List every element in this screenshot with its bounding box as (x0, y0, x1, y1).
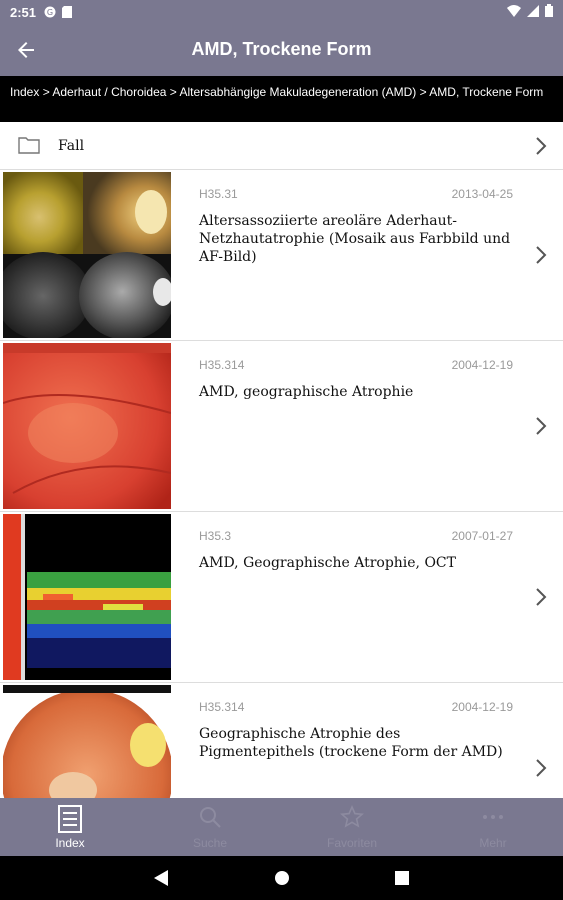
status-bar: 2:51 G (0, 0, 563, 24)
fundus-mosaic-image (3, 172, 171, 338)
item-date: 2004-12-19 (451, 358, 513, 372)
chevron-right-icon (536, 759, 547, 777)
folder-row-fall[interactable]: Fall (0, 122, 563, 170)
sim-card-icon (62, 6, 73, 18)
system-navigation-bar (0, 856, 563, 900)
item-date: 2004-12-19 (451, 700, 513, 714)
item-date: 2007-01-27 (451, 529, 513, 543)
breadcrumb: Index > Aderhaut / Choroidea > Altersabh… (0, 76, 563, 122)
list-item[interactable]: H35.31 2013-04-25 Altersassoziierte areo… (0, 170, 563, 341)
star-icon (340, 805, 364, 828)
fundus-red-image (3, 343, 171, 509)
nav-label: Mehr (479, 836, 507, 850)
page-title: AMD, Trockene Form (191, 39, 372, 59)
list-item[interactable]: H35.314 2004-12-19 AMD, geographische At… (0, 341, 563, 512)
nav-search[interactable]: Suche (140, 798, 280, 856)
list-icon (58, 805, 82, 833)
chevron-right-icon (536, 417, 547, 435)
wifi-icon (507, 4, 521, 17)
status-time: 2:51 (10, 4, 37, 20)
item-title: AMD, geographische Atrophie (199, 384, 414, 400)
search-icon (200, 807, 221, 828)
app-bar: AMD, Trockene Form (0, 24, 563, 76)
nav-label: Suche (192, 836, 228, 850)
item-title: Geographische Atrophie des Pigmentepithe… (199, 726, 503, 760)
more-icon (483, 815, 503, 819)
svg-text:G: G (47, 8, 53, 17)
item-title: AMD, Geographische Atrophie, OCT (199, 555, 456, 571)
diagnosis-code: H35.314 (199, 700, 245, 714)
battery-icon (545, 4, 553, 17)
signal-icon (527, 4, 539, 17)
oct-scan-image (3, 514, 171, 680)
nav-label: Index (55, 836, 85, 850)
bottom-navigation: Index Suche Favoriten Mehr (0, 798, 563, 856)
recents-square-icon[interactable] (395, 871, 409, 885)
case-list: H35.31 2013-04-25 Altersassoziierte areo… (0, 170, 563, 854)
nav-label: Favoriten (326, 836, 378, 850)
notification-icon: G (44, 6, 56, 18)
nav-index[interactable]: Index (0, 798, 140, 856)
diagnosis-code: H35.3 (199, 529, 232, 543)
chevron-right-icon (536, 137, 547, 155)
home-circle-icon[interactable] (274, 870, 290, 886)
chevron-right-icon (536, 246, 547, 264)
item-date: 2013-04-25 (451, 187, 513, 201)
diagnosis-code: H35.314 (199, 358, 245, 372)
back-triangle-icon[interactable] (154, 870, 168, 886)
folder-label: Fall (58, 138, 85, 154)
nav-favorites[interactable]: Favoriten (282, 798, 422, 856)
chevron-right-icon (536, 588, 547, 606)
nav-more[interactable]: Mehr (423, 798, 563, 856)
folder-icon (18, 137, 40, 154)
item-title: Altersassoziierte areoläre Aderhaut-Netz… (199, 213, 511, 265)
list-item[interactable]: H35.3 2007-01-27 AMD, Geographische Atro… (0, 512, 563, 683)
diagnosis-code: H35.31 (199, 187, 238, 201)
